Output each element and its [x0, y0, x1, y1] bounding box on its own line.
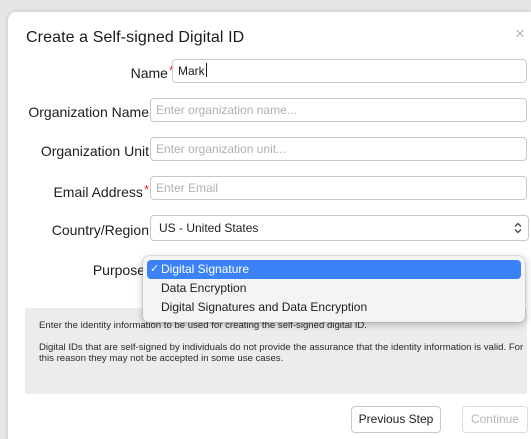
email-field[interactable]: Enter Email	[150, 176, 527, 200]
purpose-option-signatures-and-encryption[interactable]: Digital Signatures and Data Encryption	[147, 298, 521, 317]
option-label: Data Encryption	[161, 281, 247, 295]
required-mark: *	[143, 182, 149, 197]
option-label: Digital Signatures and Data Encryption	[161, 300, 368, 314]
create-digital-id-dialog: Create a Self-signed Digital ID × Name* …	[8, 12, 531, 439]
close-icon[interactable]: ×	[512, 25, 528, 42]
name-label: Name*	[131, 63, 174, 81]
email-label-text: Email Address	[53, 184, 143, 200]
name-field[interactable]: Mark	[172, 59, 527, 83]
text-caret	[205, 63, 207, 77]
purpose-dropdown-menu: ✓ Digital Signature Data Encryption Digi…	[143, 256, 525, 322]
purpose-label: Purpose	[92, 262, 145, 278]
chevron-updown-icon	[514, 216, 522, 240]
name-label-text: Name	[130, 65, 168, 81]
purpose-option-data-encryption[interactable]: Data Encryption	[147, 279, 521, 298]
info-text-2: Digital IDs that are self-signed by indi…	[39, 341, 524, 365]
org-name-label: Organization Name	[28, 104, 149, 120]
dialog-title: Create a Self-signed Digital ID	[26, 29, 245, 46]
country-label: Country/Region	[51, 222, 149, 238]
org-unit-field[interactable]: Enter organization unit...	[150, 137, 527, 161]
org-unit-label: Organization Unit	[40, 143, 149, 159]
option-label: Digital Signature	[161, 262, 250, 276]
continue-button[interactable]: Continue	[462, 406, 528, 433]
country-select[interactable]: US - United States	[150, 215, 529, 241]
org-name-field[interactable]: Enter organization name...	[150, 98, 527, 122]
name-value: Mark	[178, 64, 205, 78]
purpose-option-digital-signature[interactable]: ✓ Digital Signature	[147, 260, 521, 279]
checkmark-icon: ✓	[150, 263, 160, 275]
email-label: Email Address*	[53, 182, 149, 200]
country-value: US - United States	[159, 221, 259, 235]
previous-step-button[interactable]: Previous Step	[351, 406, 441, 433]
